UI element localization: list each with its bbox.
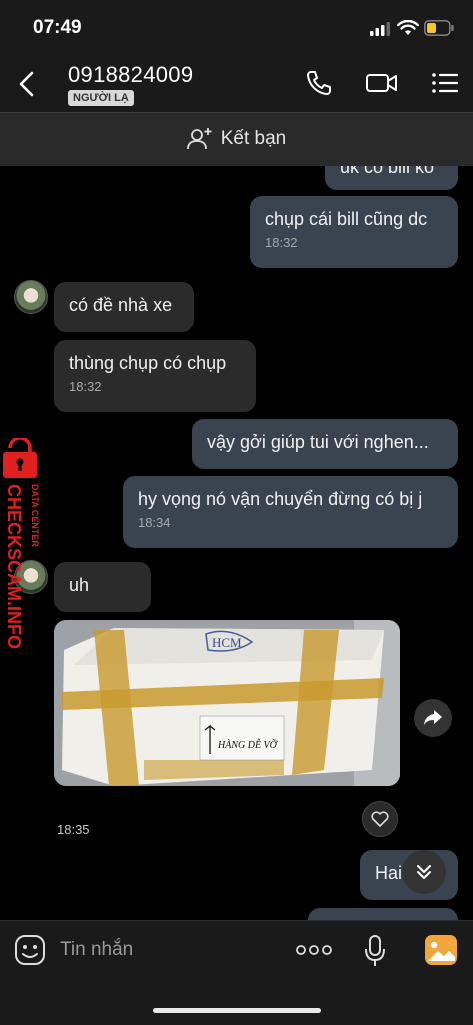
box-label-text: HÀNG DỄ VỠ: [217, 738, 279, 751]
stranger-badge: NGƯỜI LẠ: [68, 90, 134, 106]
add-friend-label: Kết bạn: [220, 128, 287, 149]
message-bubble-sent[interactable]: uk có bill ko: [325, 166, 458, 190]
message-bubble-received[interactable]: có đề nhà xe: [54, 282, 194, 332]
message-bubble-sent[interactable]: vậy gởi giúp tui với nghen...: [192, 419, 458, 469]
message-time: 18:32: [265, 235, 298, 250]
message-time: 18:32: [69, 379, 102, 394]
forward-button[interactable]: [414, 699, 452, 737]
double-chevron-down-icon: [417, 865, 431, 879]
add-friend-icon: [186, 128, 212, 150]
status-time: 07:49: [33, 17, 82, 38]
message-text: vậy gởi giúp tui với nghen...: [207, 432, 429, 452]
photo-time: 18:35: [57, 822, 90, 837]
message-text: chụp cái bill cũng dc: [265, 209, 428, 229]
message-bubble-received[interactable]: thùng chụp có chụp 18:32: [54, 340, 256, 412]
message-input[interactable]: Tin nhắn: [60, 939, 133, 961]
message-text: uk có bill ko: [340, 166, 435, 177]
message-text: hy vọng nó vận chuyển đừng có bị j: [138, 489, 423, 509]
heart-icon: [371, 811, 389, 827]
watermark-top-text: DATA CENTER: [30, 484, 40, 547]
message-text: uh: [69, 575, 90, 595]
phone-call-icon[interactable]: [304, 68, 334, 98]
contact-avatar[interactable]: [14, 280, 48, 314]
menu-list-icon[interactable]: [430, 68, 460, 98]
photo-message[interactable]: HCM HÀNG DỄ VỠ: [54, 620, 400, 786]
microphone-icon[interactable]: [364, 934, 386, 968]
share-forward-icon: [424, 710, 442, 725]
cellular-signal-icon: [370, 22, 390, 36]
watermark-main-text: CHECKSCAM.INFO: [4, 484, 24, 649]
emoji-sticker-icon[interactable]: [14, 934, 46, 966]
gallery-image-icon[interactable]: [424, 934, 458, 966]
video-call-icon[interactable]: [365, 68, 399, 98]
message-list[interactable]: uk có bill ko chụp cái bill cũng dc 18:3…: [0, 166, 473, 920]
checkscam-watermark: CHECKSCAM.INFO DATA CENTER: [3, 438, 40, 649]
battery-icon: [424, 20, 454, 36]
message-bubble-sent-partial[interactable]: [308, 908, 458, 920]
message-bubble-sent[interactable]: chụp cái bill cũng dc 18:32: [250, 196, 458, 268]
message-text: thùng chụp có chụp: [69, 353, 227, 373]
contact-name[interactable]: 0918824009: [68, 62, 193, 88]
wifi-icon: [397, 20, 419, 35]
message-text: có đề nhà xe: [69, 295, 173, 315]
back-arrow-icon[interactable]: [16, 70, 38, 98]
box-photo-image: HCM HÀNG DỄ VỠ: [54, 620, 400, 786]
message-bubble-received[interactable]: uh: [54, 562, 151, 612]
react-heart-button[interactable]: [362, 801, 398, 837]
add-friend-button[interactable]: Kết bạn: [0, 112, 473, 166]
message-bubble-sent[interactable]: hy vọng nó vận chuyển đừng có bị j 18:34: [123, 476, 458, 548]
scroll-to-bottom-button[interactable]: [402, 850, 446, 894]
home-indicator: [153, 1008, 321, 1013]
message-time: 18:34: [138, 515, 171, 530]
message-text: Hai: [375, 863, 403, 883]
box-marking-text: HCM: [212, 635, 242, 650]
more-options-icon[interactable]: [296, 944, 332, 956]
